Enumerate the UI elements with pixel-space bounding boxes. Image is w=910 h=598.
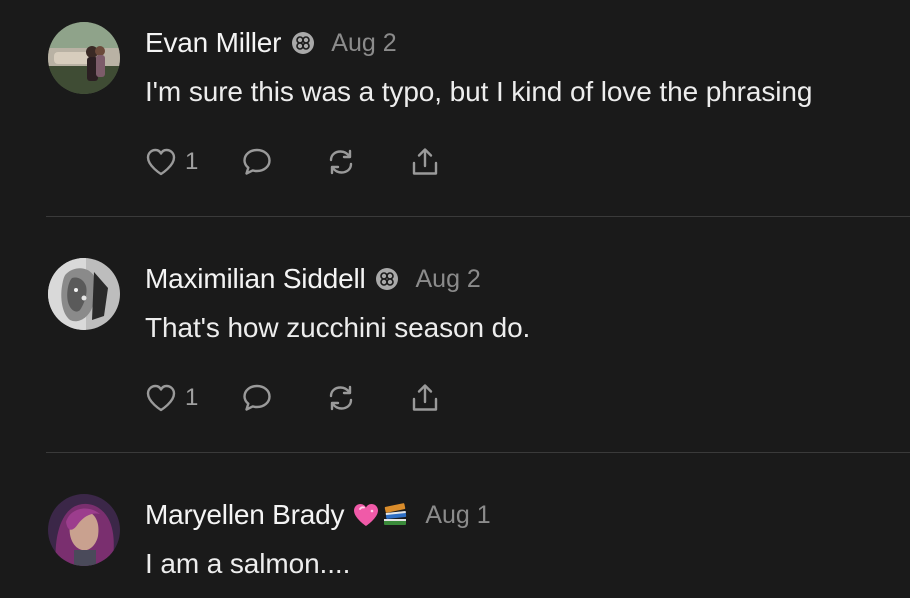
author-row: Evan Miller Aug 2 [145,25,397,61]
heart-emoji-icon [354,504,379,526]
profile-emoji-badge [352,502,409,528]
reply-button[interactable] [241,146,325,178]
reply-button[interactable] [241,382,325,414]
avatar[interactable] [48,258,120,330]
author-row: Maryellen Brady Aug 1 [145,497,491,533]
share-icon [412,384,438,411]
comment-date[interactable]: Aug 2 [331,29,396,58]
restack-icon [329,149,353,175]
share-button[interactable] [409,146,441,178]
author-row: Maximilian Siddell Aug 2 [145,261,481,297]
comment-text: That's how zucchini season do. [145,312,531,343]
comment-bubble-icon [243,384,271,411]
heart-icon [146,384,176,412]
share-icon [412,148,438,175]
share-button[interactable] [409,382,441,414]
comment-text: I'm sure this was a typo, but I kind of … [145,76,813,107]
books-emoji-icon [384,503,407,525]
heart-icon [146,148,176,176]
comment-date[interactable]: Aug 1 [425,501,490,530]
comment-actions: 1 [145,142,441,182]
comment-text: I am a salmon.... [145,548,351,579]
like-count: 1 [185,148,199,175]
avatar[interactable] [48,22,120,94]
like-button[interactable]: 1 [145,383,241,413]
avatar[interactable] [48,494,120,566]
like-count: 1 [185,384,199,411]
comment-divider [46,452,910,453]
comment-bubble-icon [243,148,271,175]
subscriber-badge-icon [375,267,399,291]
comment-divider [46,216,910,217]
restack-icon [329,385,353,411]
subscriber-badge-icon [291,31,315,55]
comment-date[interactable]: Aug 2 [415,265,480,294]
restack-button[interactable] [325,146,409,178]
restack-button[interactable] [325,382,409,414]
comment-actions: 1 [145,378,441,418]
like-button[interactable]: 1 [145,147,241,177]
author-name[interactable]: Maximilian Siddell [145,263,366,295]
author-name[interactable]: Maryellen Brady [145,499,345,531]
author-name[interactable]: Evan Miller [145,27,281,59]
